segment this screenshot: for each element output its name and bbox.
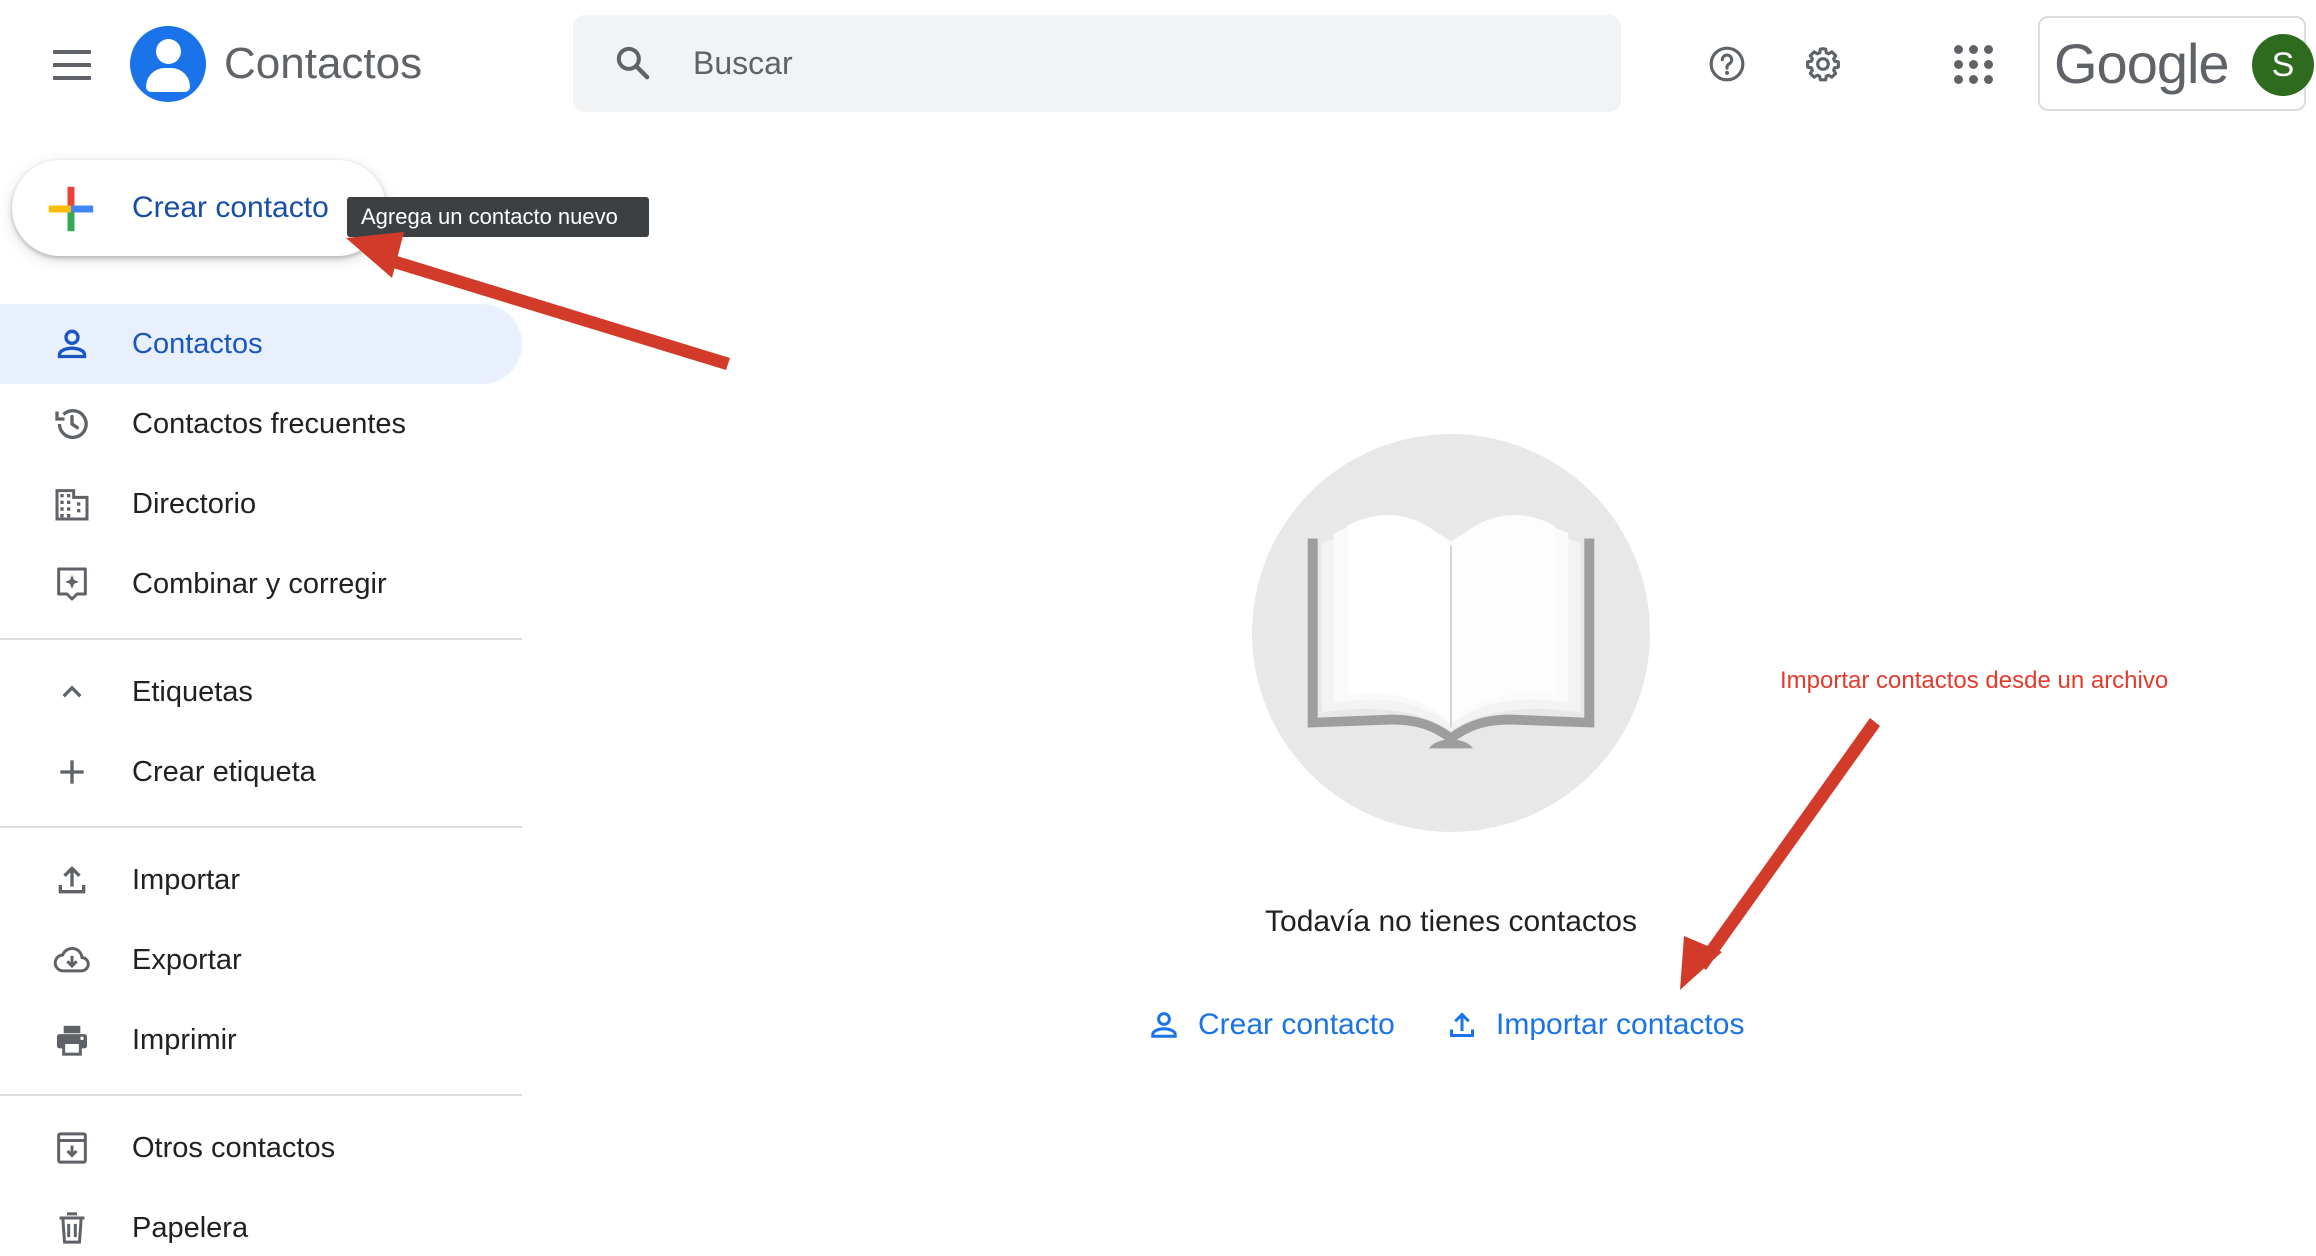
merge-sparkle-icon bbox=[57, 567, 87, 601]
empty-state-title: Todavía no tienes contactos bbox=[1265, 905, 1637, 938]
annotation-arrow-import bbox=[1680, 718, 1880, 990]
google-logo: Google bbox=[2054, 32, 2230, 95]
contacts-logo-icon[interactable] bbox=[130, 26, 206, 102]
sidebar-item-label: Otros contactos bbox=[132, 1132, 336, 1164]
search-icon[interactable] bbox=[613, 43, 653, 83]
sidebar-item-label: Etiquetas bbox=[132, 676, 253, 708]
help-icon-glyph bbox=[1709, 46, 1745, 82]
sidebar-item-crear-etiqueta[interactable]: Crear etiqueta bbox=[0, 732, 522, 812]
create-contact-button[interactable]: Crear contacto bbox=[12, 160, 386, 256]
sidebar-divider bbox=[0, 826, 522, 828]
sidebar-item-directorio[interactable]: Directorio bbox=[0, 464, 522, 544]
sidebar-item-label: Exportar bbox=[132, 944, 242, 976]
empty-create-contact-link[interactable]: Crear contacto bbox=[1146, 1000, 1395, 1050]
sidebar-item-papelera[interactable]: Papelera bbox=[0, 1188, 522, 1256]
sidebar-item-label: Papelera bbox=[132, 1212, 249, 1244]
tooltip: Agrega un contacto nuevo bbox=[347, 197, 649, 237]
main-menu-button[interactable] bbox=[42, 40, 102, 90]
sidebar-divider bbox=[0, 638, 522, 640]
search-input[interactable] bbox=[693, 37, 1573, 89]
avatar[interactable]: S bbox=[2252, 34, 2314, 96]
upload-icon bbox=[58, 865, 86, 894]
cloud-download-icon bbox=[53, 946, 90, 973]
sidebar-divider bbox=[0, 1094, 522, 1096]
person-icon bbox=[1151, 1012, 1177, 1038]
sidebar-item-otros-contactos[interactable]: Otros contactos bbox=[0, 1108, 522, 1188]
sidebar-item-label: Imprimir bbox=[132, 1024, 237, 1056]
building-icon bbox=[55, 489, 89, 521]
history-icon bbox=[55, 409, 88, 440]
sidebar-item-label: Combinar y corregir bbox=[132, 568, 387, 600]
help-icon[interactable] bbox=[1700, 37, 1754, 91]
settings-icon[interactable] bbox=[1796, 37, 1850, 91]
sidebar-item-contactos-frecuentes[interactable]: Contactos frecuentes bbox=[0, 384, 522, 464]
sidebar-item-label: Importar bbox=[132, 864, 240, 896]
gear-icon bbox=[1806, 47, 1840, 82]
sidebar-item-etiquetas[interactable]: Etiquetas bbox=[0, 652, 522, 732]
menu-icon-bar bbox=[53, 76, 91, 80]
empty-create-contact-label: Crear contacto bbox=[1198, 1008, 1395, 1041]
menu-icon-bar bbox=[53, 63, 91, 67]
annotation-text: Importar contactos desde un archivo bbox=[1780, 667, 2169, 694]
empty-import-contacts-label: Importar contactos bbox=[1496, 1008, 1745, 1041]
sidebar-item-exportar[interactable]: Exportar bbox=[0, 920, 522, 1000]
chevron-up-icon bbox=[62, 685, 82, 698]
sidebar-item-importar[interactable]: Importar bbox=[0, 840, 522, 920]
menu-icon-bar bbox=[53, 50, 91, 54]
upload-icon bbox=[1450, 1012, 1474, 1037]
archive-icon bbox=[57, 1132, 87, 1164]
create-contact-label: Crear contacto bbox=[132, 191, 329, 224]
account-switcher[interactable]: Google S bbox=[2038, 16, 2314, 111]
sidebar-item-label: Directorio bbox=[132, 488, 257, 520]
person-icon bbox=[57, 329, 87, 359]
empty-book-illustration bbox=[1252, 434, 1650, 832]
plus-colored-icon bbox=[48, 186, 94, 232]
empty-import-contacts-link[interactable]: Importar contactos bbox=[1444, 1000, 1744, 1050]
printer-icon bbox=[57, 1025, 87, 1056]
search-bar[interactable] bbox=[573, 15, 1621, 112]
apps-grid-icon[interactable] bbox=[1946, 37, 2000, 91]
sidebar-item-contactos[interactable]: Contactos bbox=[0, 304, 522, 384]
sidebar-item-label: Crear etiqueta bbox=[132, 756, 316, 788]
plus-icon bbox=[60, 760, 84, 784]
app-title[interactable]: Contactos bbox=[224, 36, 422, 92]
sidebar-item-imprimir[interactable]: Imprimir bbox=[0, 1000, 522, 1080]
sidebar-item-label: Contactos bbox=[132, 328, 263, 360]
sidebar-item-combinar-corregir[interactable]: Combinar y corregir bbox=[0, 544, 522, 624]
trash-icon bbox=[59, 1212, 85, 1244]
sidebar-item-label: Contactos frecuentes bbox=[132, 408, 407, 440]
